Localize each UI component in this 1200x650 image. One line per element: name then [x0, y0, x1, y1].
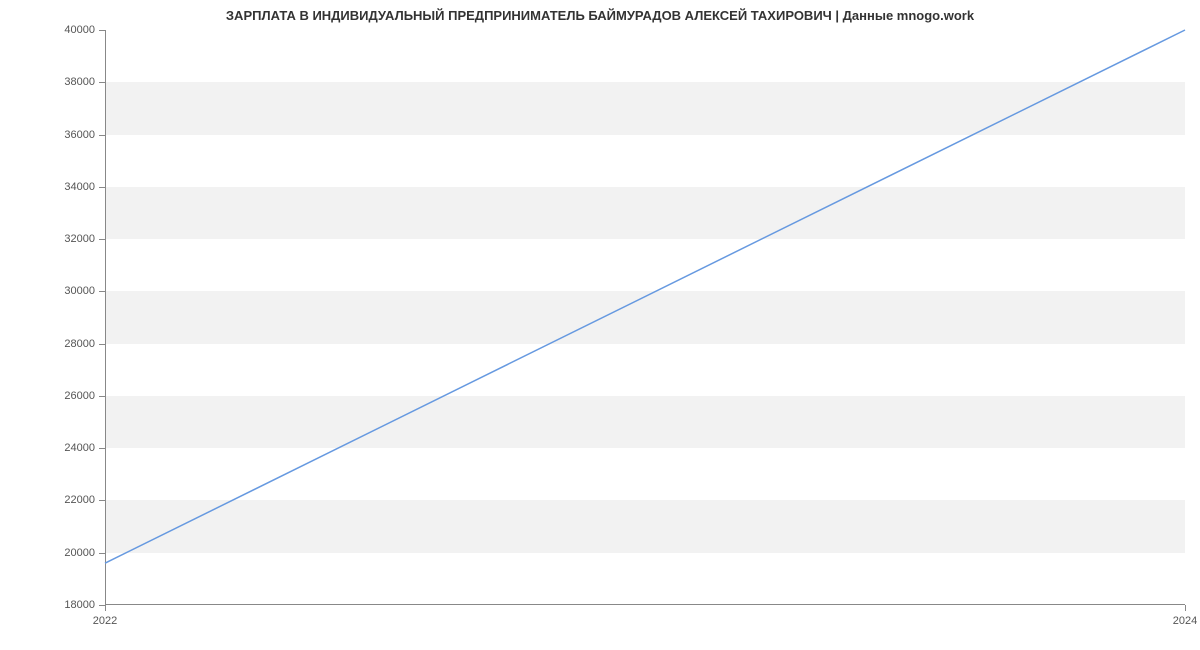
plot-area: 1800020000220002400026000280003000032000… — [105, 30, 1185, 605]
y-tick-label: 30000 — [55, 285, 95, 297]
y-tick-label: 26000 — [55, 390, 95, 402]
x-tick-label: 2024 — [1173, 615, 1197, 627]
data-line — [105, 30, 1185, 605]
y-tick-label: 20000 — [55, 547, 95, 559]
salary-line-chart: ЗАРПЛАТА В ИНДИВИДУАЛЬНЫЙ ПРЕДПРИНИМАТЕЛ… — [0, 0, 1200, 650]
x-tick — [1185, 605, 1186, 611]
y-tick-label: 28000 — [55, 338, 95, 350]
y-tick-label: 18000 — [55, 599, 95, 611]
y-tick-label: 22000 — [55, 494, 95, 506]
y-tick-label: 34000 — [55, 181, 95, 193]
y-tick-label: 38000 — [55, 76, 95, 88]
y-tick-label: 24000 — [55, 442, 95, 454]
y-tick-label: 36000 — [55, 129, 95, 141]
chart-title: ЗАРПЛАТА В ИНДИВИДУАЛЬНЫЙ ПРЕДПРИНИМАТЕЛ… — [0, 8, 1200, 23]
x-tick-label: 2022 — [93, 615, 117, 627]
y-tick-label: 32000 — [55, 233, 95, 245]
x-tick — [105, 605, 106, 611]
y-tick-label: 40000 — [55, 24, 95, 36]
